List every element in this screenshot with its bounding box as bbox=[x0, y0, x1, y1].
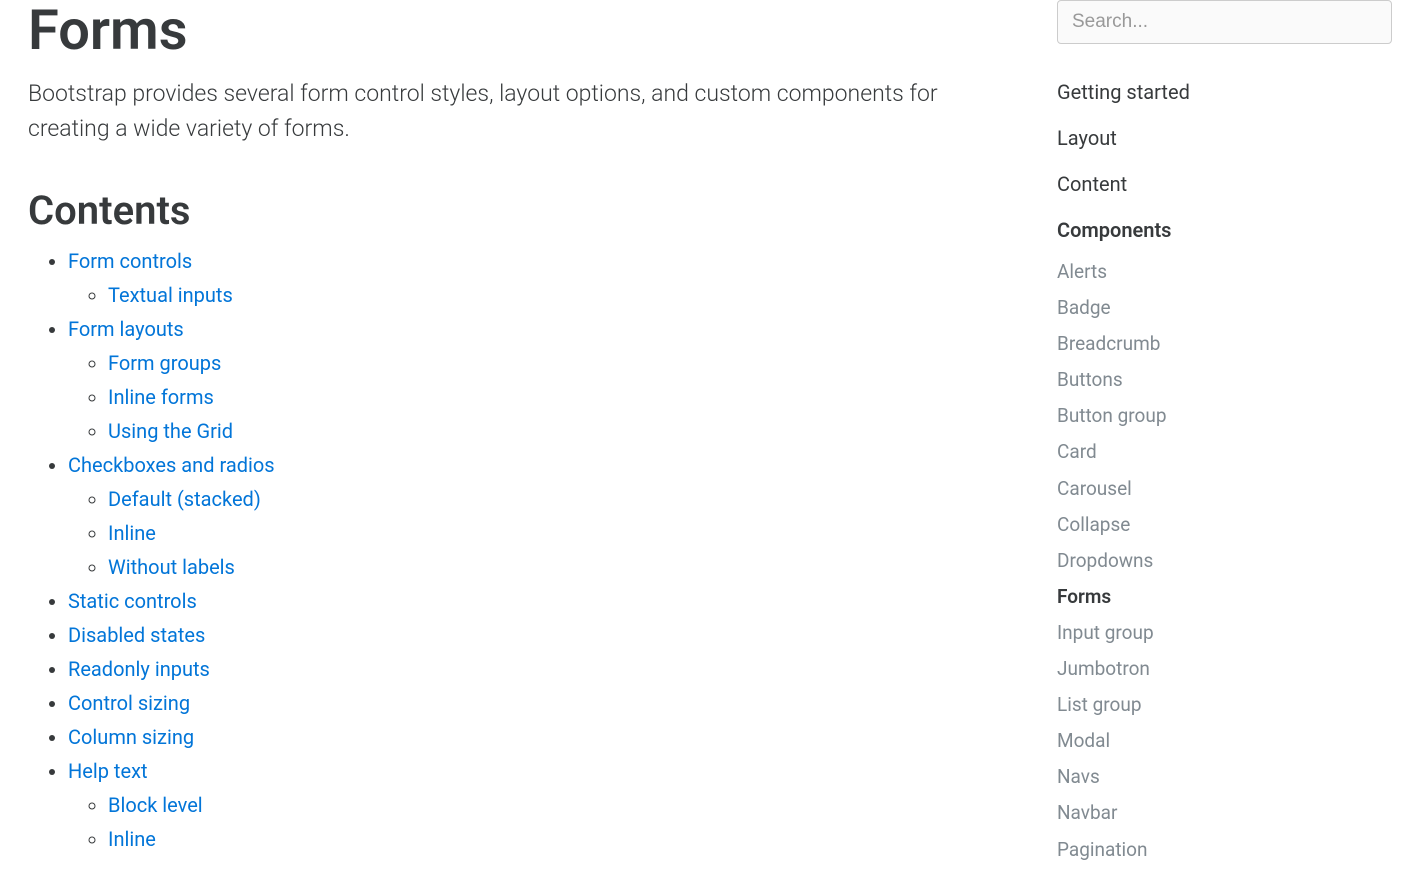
subnav-link-button-group[interactable]: Button group bbox=[1057, 398, 1392, 434]
subnav-item: Collapse bbox=[1057, 507, 1392, 543]
subnav-item: Forms bbox=[1057, 579, 1392, 615]
subnav-link-input-group[interactable]: Input group bbox=[1057, 615, 1392, 651]
toc-link-help-text[interactable]: Help text bbox=[68, 759, 148, 783]
toc-item: Textual inputs bbox=[108, 278, 1017, 312]
subnav-link-carousel[interactable]: Carousel bbox=[1057, 471, 1392, 507]
toc-link-without-labels[interactable]: Without labels bbox=[108, 555, 235, 579]
table-of-contents: Form controlsTextual inputsForm layoutsF… bbox=[28, 244, 1017, 856]
toc-item: Form groups bbox=[108, 346, 1017, 380]
toc-item: Form controls Textual inputs bbox=[68, 244, 1017, 312]
subnav-item: Button group bbox=[1057, 398, 1392, 434]
subnav-item: Alerts bbox=[1057, 254, 1392, 290]
toc-item: Inline bbox=[108, 822, 1017, 856]
subnav-link-card[interactable]: Card bbox=[1057, 434, 1392, 470]
sidebar-nav: Getting startedLayoutContentComponentsAl… bbox=[1057, 72, 1392, 868]
subnav-item: Card bbox=[1057, 434, 1392, 470]
nav-section-content: Content bbox=[1057, 164, 1392, 204]
subnav-link-pagination[interactable]: Pagination bbox=[1057, 832, 1392, 868]
main-content: Forms Bootstrap provides several form co… bbox=[28, 0, 1057, 874]
subnav-link-collapse[interactable]: Collapse bbox=[1057, 507, 1392, 543]
subnav-link-dropdowns[interactable]: Dropdowns bbox=[1057, 543, 1392, 579]
subnav: AlertsBadgeBreadcrumbButtonsButton group… bbox=[1057, 254, 1392, 868]
subnav-link-buttons[interactable]: Buttons bbox=[1057, 362, 1392, 398]
toc-link-control-sizing[interactable]: Control sizing bbox=[68, 691, 190, 715]
subnav-link-forms[interactable]: Forms bbox=[1057, 579, 1392, 615]
toc-item: Checkboxes and radios Default (stacked) In… bbox=[68, 448, 1017, 584]
toc-link-form-groups[interactable]: Form groups bbox=[108, 351, 221, 375]
subnav-link-alerts[interactable]: Alerts bbox=[1057, 254, 1392, 290]
toc-item: Control sizing bbox=[68, 686, 1017, 720]
toc-item: Without labels bbox=[108, 550, 1017, 584]
subnav-link-modal[interactable]: Modal bbox=[1057, 723, 1392, 759]
subnav-link-jumbotron[interactable]: Jumbotron bbox=[1057, 651, 1392, 687]
nav-link-components[interactable]: Components bbox=[1057, 210, 1392, 250]
nav-link-getting-started[interactable]: Getting started bbox=[1057, 72, 1392, 112]
toc-item: Column sizing bbox=[68, 720, 1017, 754]
subnav-item: Navs bbox=[1057, 759, 1392, 795]
toc-link-static-controls[interactable]: Static controls bbox=[68, 589, 197, 613]
toc-link-inline-forms[interactable]: Inline forms bbox=[108, 385, 214, 409]
subnav-item: Buttons bbox=[1057, 362, 1392, 398]
page-lead: Bootstrap provides several form control … bbox=[28, 76, 948, 147]
subnav-item: List group bbox=[1057, 687, 1392, 723]
subnav-item: Jumbotron bbox=[1057, 651, 1392, 687]
sidebar: Getting startedLayoutContentComponentsAl… bbox=[1057, 0, 1392, 874]
toc-link-textual-inputs[interactable]: Textual inputs bbox=[108, 283, 233, 307]
toc-link-default-stacked[interactable]: Default (stacked) bbox=[108, 487, 261, 511]
subnav-link-navbar[interactable]: Navbar bbox=[1057, 795, 1392, 831]
subnav-item: Navbar bbox=[1057, 795, 1392, 831]
toc-item: Inline forms bbox=[108, 380, 1017, 414]
toc-item: Static controls bbox=[68, 584, 1017, 618]
toc-link-using-the-grid[interactable]: Using the Grid bbox=[108, 419, 233, 443]
page-title: Forms bbox=[28, 0, 1017, 62]
toc-link-disabled-states[interactable]: Disabled states bbox=[68, 623, 205, 647]
toc-item: Help text Block level Inline bbox=[68, 754, 1017, 856]
nav-link-content[interactable]: Content bbox=[1057, 164, 1392, 204]
subnav-item: Carousel bbox=[1057, 471, 1392, 507]
subnav-item: Input group bbox=[1057, 615, 1392, 651]
nav-section-components: ComponentsAlertsBadgeBreadcrumbButtonsBu… bbox=[1057, 210, 1392, 868]
subnav-item: Modal bbox=[1057, 723, 1392, 759]
nav-link-layout[interactable]: Layout bbox=[1057, 118, 1392, 158]
search-input[interactable] bbox=[1057, 0, 1392, 44]
toc-item: Default (stacked) bbox=[108, 482, 1017, 516]
toc-link-inline[interactable]: Inline bbox=[108, 827, 156, 851]
nav-section-layout: Layout bbox=[1057, 118, 1392, 158]
subnav-link-list-group[interactable]: List group bbox=[1057, 687, 1392, 723]
nav-section-getting-started: Getting started bbox=[1057, 72, 1392, 112]
subnav-item: Breadcrumb bbox=[1057, 326, 1392, 362]
toc-link-form-layouts[interactable]: Form layouts bbox=[68, 317, 184, 341]
toc-item: Using the Grid bbox=[108, 414, 1017, 448]
subnav-item: Pagination bbox=[1057, 832, 1392, 868]
toc-link-form-controls[interactable]: Form controls bbox=[68, 249, 192, 273]
toc-link-column-sizing[interactable]: Column sizing bbox=[68, 725, 194, 749]
toc-item: Block level bbox=[108, 788, 1017, 822]
toc-item: Disabled states bbox=[68, 618, 1017, 652]
toc-item: Form layouts Form groups Inline forms Using… bbox=[68, 312, 1017, 448]
subnav-link-navs[interactable]: Navs bbox=[1057, 759, 1392, 795]
subnav-link-breadcrumb[interactable]: Breadcrumb bbox=[1057, 326, 1392, 362]
subnav-item: Badge bbox=[1057, 290, 1392, 326]
toc-link-checkboxes-and-radios[interactable]: Checkboxes and radios bbox=[68, 453, 275, 477]
toc-link-inline[interactable]: Inline bbox=[108, 521, 156, 545]
toc-link-block-level[interactable]: Block level bbox=[108, 793, 203, 817]
subnav-item: Dropdowns bbox=[1057, 543, 1392, 579]
toc-link-readonly-inputs[interactable]: Readonly inputs bbox=[68, 657, 210, 681]
toc-item: Inline bbox=[108, 516, 1017, 550]
toc-item: Readonly inputs bbox=[68, 652, 1017, 686]
subnav-link-badge[interactable]: Badge bbox=[1057, 290, 1392, 326]
contents-heading: Contents bbox=[28, 187, 1017, 234]
